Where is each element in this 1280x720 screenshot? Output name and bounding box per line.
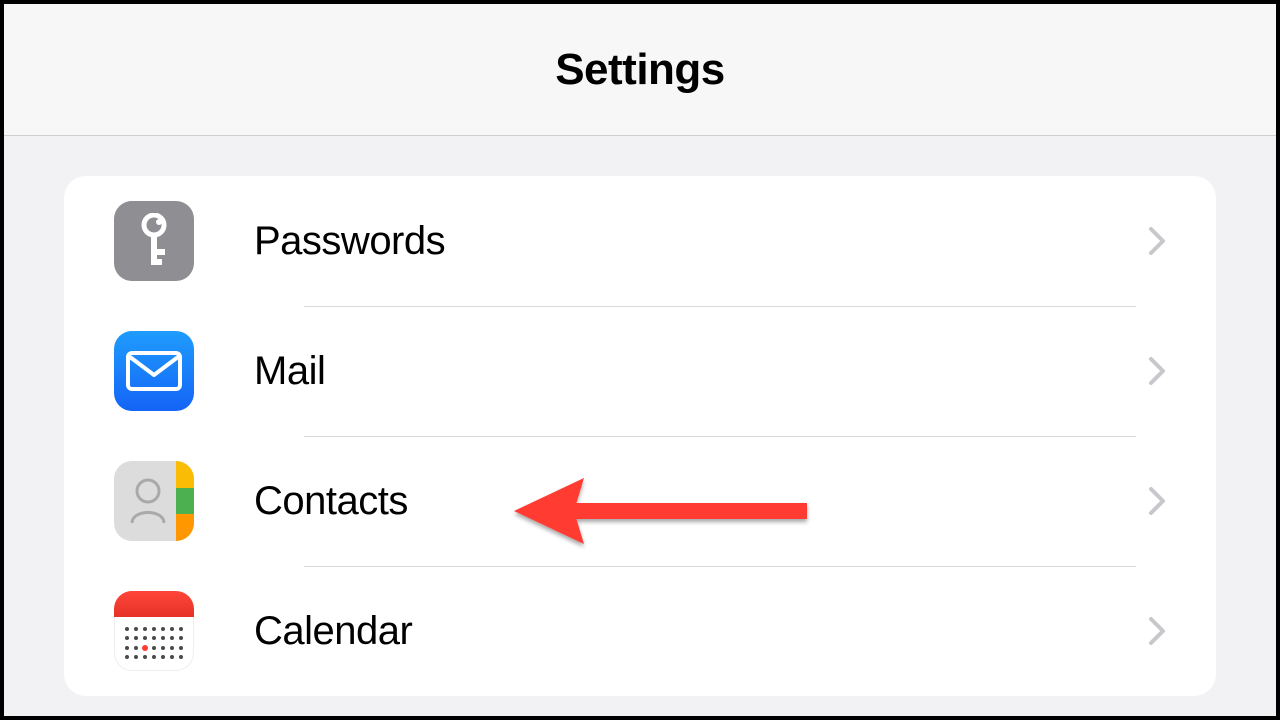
contacts-icon <box>114 461 194 541</box>
chevron-right-icon <box>1148 616 1166 646</box>
calendar-icon <box>114 591 194 671</box>
row-label: Passwords <box>254 219 1148 264</box>
settings-row-mail[interactable]: Mail <box>64 306 1216 436</box>
chevron-right-icon <box>1148 226 1166 256</box>
row-label: Mail <box>254 349 1148 394</box>
settings-row-calendar[interactable]: Calendar <box>64 566 1216 696</box>
chevron-right-icon <box>1148 486 1166 516</box>
settings-row-contacts[interactable]: Contacts <box>64 436 1216 566</box>
page-title: Settings <box>555 45 725 95</box>
settings-screen: Settings Passwords <box>0 0 1280 720</box>
settings-row-passwords[interactable]: Passwords <box>64 176 1216 306</box>
settings-group: Passwords Mail <box>64 176 1216 696</box>
contacts-tabs-decoration <box>176 461 194 541</box>
row-label: Contacts <box>254 479 1148 524</box>
chevron-right-icon <box>1148 356 1166 386</box>
key-icon <box>114 201 194 281</box>
row-label: Calendar <box>254 609 1148 654</box>
envelope-icon <box>114 331 194 411</box>
header-bar: Settings <box>4 4 1276 136</box>
content-area: Passwords Mail <box>4 136 1276 696</box>
